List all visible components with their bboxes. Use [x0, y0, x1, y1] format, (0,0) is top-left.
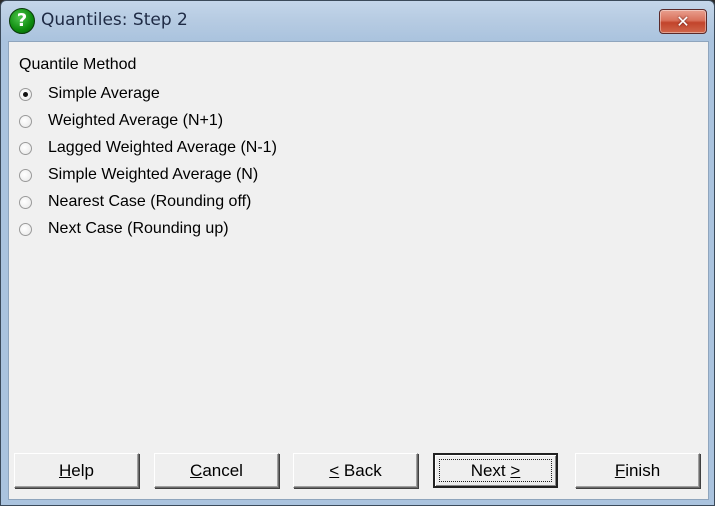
radio-button-checked[interactable]	[19, 87, 32, 101]
radio-button[interactable]	[19, 222, 32, 236]
radio-label[interactable]: Lagged Weighted Average (N-1)	[48, 139, 277, 157]
radio-next-case[interactable]: Next Case (Rounding up)	[19, 218, 229, 240]
radio-button[interactable]	[19, 168, 32, 182]
radio-lagged-weighted-average[interactable]: Lagged Weighted Average (N-1)	[19, 137, 277, 159]
radio-label[interactable]: Next Case (Rounding up)	[48, 220, 229, 238]
radio-simple-weighted-average[interactable]: Simple Weighted Average (N)	[19, 164, 258, 186]
radio-label[interactable]: Weighted Average (N+1)	[48, 112, 223, 130]
quantile-method-label: Quantile Method	[19, 56, 137, 73]
radio-label[interactable]: Nearest Case (Rounding off)	[48, 193, 251, 211]
close-icon: ✕	[676, 12, 690, 31]
mnemonic: C	[190, 461, 203, 480]
mnemonic: <	[329, 461, 340, 480]
dialog-window: ? Quantiles: Step 2 ✕ Quantile Method Si…	[0, 0, 715, 506]
radio-label[interactable]: Simple Weighted Average (N)	[48, 166, 258, 184]
radio-button[interactable]	[19, 141, 32, 155]
window-title: Quantiles: Step 2	[41, 10, 188, 30]
title-bar[interactable]: ? Quantiles: Step 2 ✕	[1, 1, 714, 41]
button-label: Back	[339, 461, 382, 480]
dialog-client-area: Quantile Method Simple Average Weighted …	[8, 41, 709, 500]
focus-rectangle	[439, 459, 552, 482]
button-label: ancel	[202, 461, 243, 480]
finish-button[interactable]: Finish	[575, 453, 700, 488]
back-button[interactable]: < Back	[293, 453, 418, 488]
mnemonic: H	[59, 461, 72, 480]
radio-weighted-average-n-plus-1[interactable]: Weighted Average (N+1)	[19, 110, 223, 132]
radio-simple-average[interactable]: Simple Average	[19, 83, 160, 105]
next-button[interactable]: Next >	[433, 453, 558, 488]
radio-label[interactable]: Simple Average	[48, 85, 160, 103]
button-label: elp	[71, 461, 94, 480]
radio-nearest-case[interactable]: Nearest Case (Rounding off)	[19, 191, 251, 213]
radio-button[interactable]	[19, 114, 32, 128]
button-label: inish	[625, 461, 661, 480]
cancel-button[interactable]: Cancel	[154, 453, 279, 488]
help-question-icon: ?	[9, 8, 35, 34]
mnemonic: F	[614, 461, 626, 480]
help-button[interactable]: Help	[14, 453, 139, 488]
radio-button[interactable]	[19, 195, 32, 209]
close-button[interactable]: ✕	[659, 9, 707, 34]
